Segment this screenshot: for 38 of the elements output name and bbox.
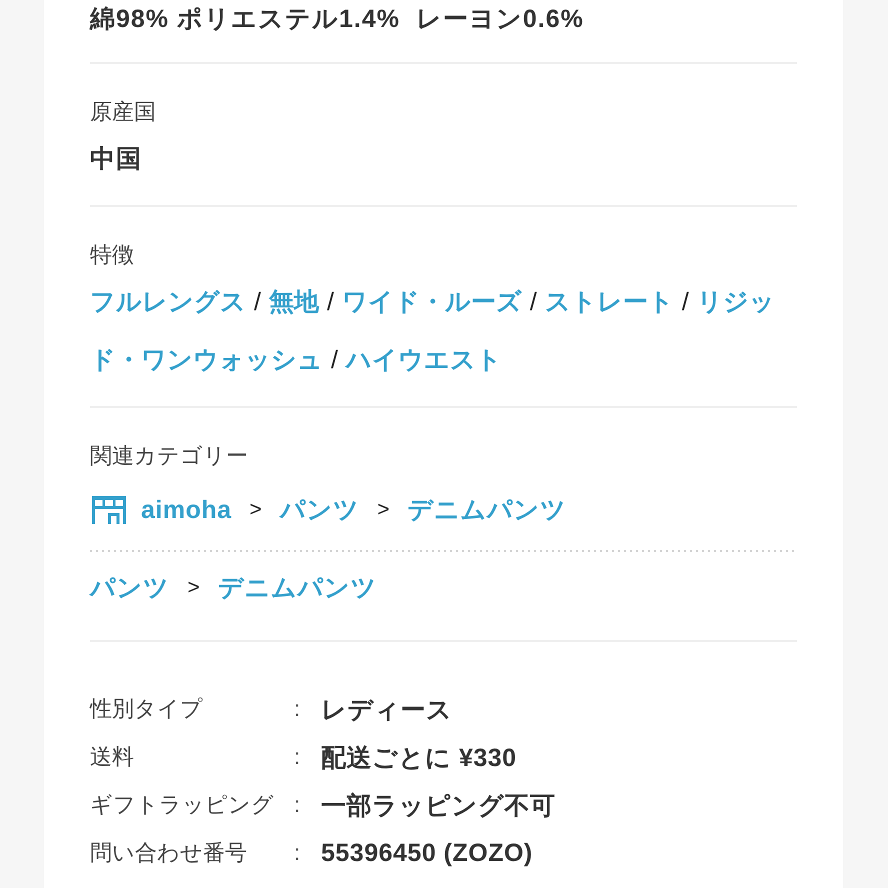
feature-link[interactable]: リジッ [696,287,775,317]
spec-value: 55396450 (ZOZO) [321,838,533,868]
breadcrumb-link[interactable]: aimoha [141,495,232,525]
spec-value: 一部ラッピング不可 [321,790,556,822]
slash-separator: / [530,288,537,316]
breadcrumb-separator: > [188,576,200,600]
spec-value: 配送ごとに ¥330 [321,742,517,774]
breadcrumb-link[interactable]: デニムパンツ [218,573,377,603]
slash-separator: / [682,288,689,316]
slash-separator: / [331,346,338,374]
feature-link[interactable]: ハイウエスト [346,345,502,375]
colon-separator: : [294,744,300,770]
spec-label: 問い合わせ番号 [90,839,247,867]
slash-separator: / [326,288,334,316]
section-label: 特徴 [90,241,134,269]
spec-label: 送料 [90,743,134,771]
spec-value: レディース [321,694,452,726]
breadcrumb-link[interactable]: パンツ [280,495,360,525]
storefront-icon[interactable] [92,496,126,524]
colon-separator: : [294,696,300,722]
breadcrumb-separator: > [250,498,262,522]
feature-link[interactable]: ド・ワンウォッシュ [90,345,323,375]
section-value: 中国 [90,144,142,175]
colon-separator: : [294,840,300,866]
breadcrumb-link[interactable]: パンツ [90,573,170,603]
section-label: 関連カテゴリー [90,442,248,470]
slash-separator: / [254,288,261,316]
feature-link[interactable]: 無地 [268,287,319,317]
feature-link[interactable]: ストレート [544,287,674,317]
spec-label: 性別タイプ [90,695,203,723]
feature-link[interactable]: ワイド・ルーズ [342,287,522,317]
breadcrumb-separator: > [377,498,390,522]
section-label: 原産国 [90,98,156,126]
section-value: 綿98% ポリエステル1.4% レーヨン0.6% [90,4,584,35]
spec-label: ギフトラッピング [90,791,274,819]
feature-link[interactable]: フルレングス [90,287,246,317]
colon-separator: : [294,792,300,818]
breadcrumb-link[interactable]: デニムパンツ [408,495,567,525]
